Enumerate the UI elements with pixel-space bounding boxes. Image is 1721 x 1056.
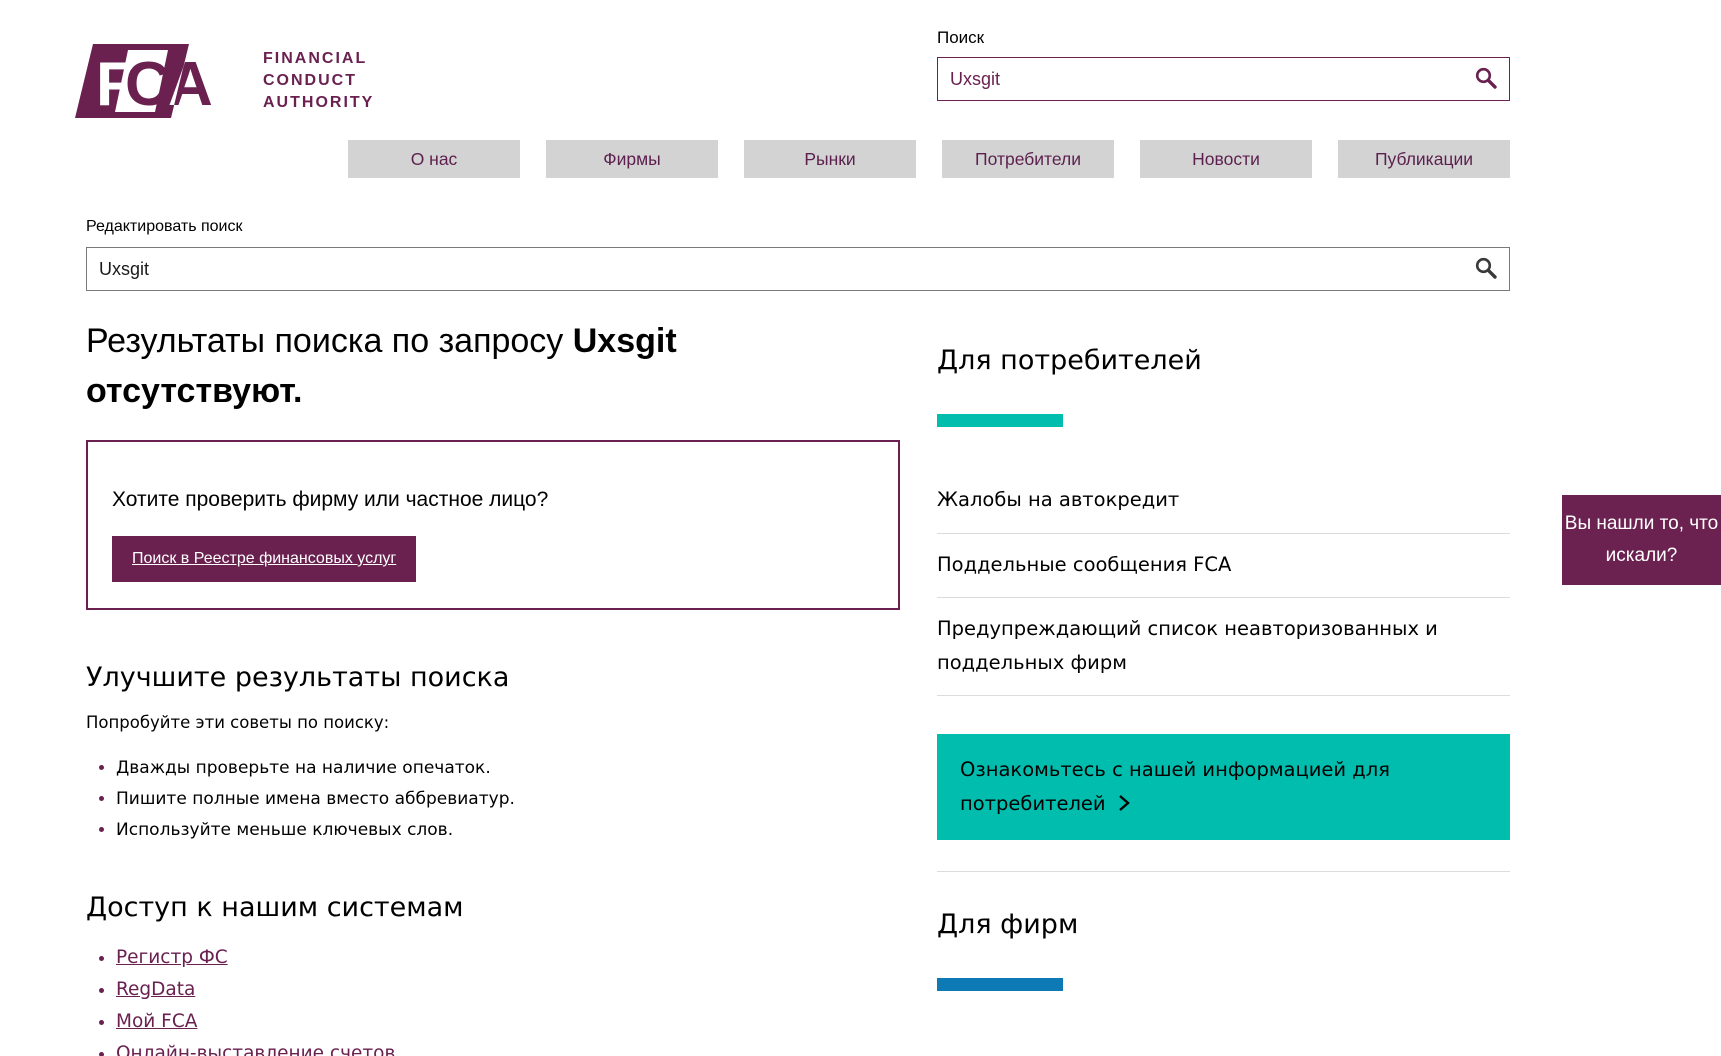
consumer-info-cta[interactable]: Ознакомьтесь с нашей информацией для пот… <box>937 734 1510 841</box>
fca-search-results-page: F C A A FINANCIAL CONDUCT AUTHORITY Поис… <box>0 0 1721 1056</box>
tips-intro: Попробуйте эти советы по поиску: <box>86 713 390 732</box>
systems-links-list: Регистр ФС RegData Мой FCA Онлайн-выстав… <box>116 947 900 1056</box>
wordmark-line: AUTHORITY <box>263 94 375 112</box>
results-heading: Результаты поиска по запросу Uxsgit отсу… <box>86 316 786 416</box>
check-firm-callout: Хотите проверить фирму или частное лицо?… <box>86 440 900 610</box>
fca-logo[interactable]: F C A A FINANCIAL CONDUCT AUTHORITY <box>75 44 374 118</box>
fs-register-search-button[interactable]: Поиск в Реестре финансовых услуг <box>112 536 417 582</box>
chevron-right-icon <box>1118 795 1130 812</box>
check-firm-question: Хотите проверить фирму или частное лицо? <box>112 488 549 511</box>
edit-search: Редактировать поиск <box>86 218 1510 291</box>
consumers-heading: Для потребителей <box>937 345 1202 376</box>
nav-item-news[interactable]: Новости <box>1140 140 1312 178</box>
search-tip: Пишите полные имена вместо аббревиатур. <box>116 789 900 809</box>
header-search-box <box>937 57 1510 101</box>
edit-search-submit-button[interactable] <box>1473 256 1499 282</box>
header-search-input[interactable] <box>938 58 1509 100</box>
fca-wordmark: FINANCIAL CONDUCT AUTHORITY <box>263 48 374 114</box>
svg-text:C: C <box>125 50 170 118</box>
systems-link-my-fca[interactable]: Мой FCA <box>116 1011 197 1032</box>
improve-results-heading: Улучшите результаты поиска <box>86 662 510 693</box>
list-item: Регистр ФС <box>116 947 900 968</box>
list-item: Мой FCA <box>116 1011 900 1032</box>
header-search-submit-button[interactable] <box>1473 66 1499 92</box>
search-icon <box>1475 67 1497 89</box>
feedback-button[interactable]: Вы нашли то, что искали? <box>1562 495 1721 585</box>
nav-item-firms[interactable]: Фирмы <box>546 140 718 178</box>
consumer-link-car-finance[interactable]: Жалобы на автокредит <box>937 469 1510 534</box>
sidebar: Для потребителей Жалобы на автокредит По… <box>937 345 1510 992</box>
fca-logo-icon: F C A A <box>75 44 213 118</box>
nav-item-publications[interactable]: Публикации <box>1338 140 1510 178</box>
wordmark-line: CONDUCT <box>263 71 357 89</box>
search-tip: Дважды проверьте на наличие опечаток. <box>116 758 900 778</box>
header-search: Поиск <box>937 28 1510 101</box>
results-main: Результаты поиска по запросу Uxsgit отсу… <box>86 316 900 1056</box>
results-heading-normal: Результаты поиска по запросу <box>86 322 573 360</box>
edit-search-label: Редактировать поиск <box>86 218 243 235</box>
systems-link-regdata[interactable]: RegData <box>116 979 195 1000</box>
header-search-label: Поиск <box>937 28 985 47</box>
edit-search-input[interactable] <box>87 248 1509 290</box>
consumer-info-cta-label: Ознакомьтесь с нашей информацией для пот… <box>960 758 1390 816</box>
main-nav: О нас Фирмы Рынки Потребители Новости Пу… <box>337 140 1510 178</box>
teal-accent-bar <box>937 414 1063 427</box>
list-item: Онлайн-выставление счетов <box>116 1043 900 1056</box>
nav-item-about[interactable]: О нас <box>348 140 520 178</box>
search-tips-list: Дважды проверьте на наличие опечаток. Пи… <box>116 758 900 840</box>
edit-search-box <box>86 247 1510 291</box>
nav-item-consumers[interactable]: Потребители <box>942 140 1114 178</box>
systems-link-fs-register[interactable]: Регистр ФС <box>116 947 228 968</box>
consumer-links: Жалобы на автокредит Поддельные сообщени… <box>937 469 1510 697</box>
consumer-link-fake-fca[interactable]: Поддельные сообщения FCA <box>937 534 1510 599</box>
systems-heading: Доступ к нашим системам <box>86 892 464 923</box>
nav-item-markets[interactable]: Рынки <box>744 140 916 178</box>
search-icon <box>1475 257 1497 279</box>
consumer-link-warning-list[interactable]: Предупреждающий список неавторизованных … <box>937 598 1510 697</box>
wordmark-line: FINANCIAL <box>263 49 368 67</box>
systems-link-online-invoicing[interactable]: Онлайн-выставление счетов <box>116 1043 395 1056</box>
search-tip: Используйте меньше ключевых слов. <box>116 820 900 840</box>
divider <box>937 871 1510 873</box>
blue-accent-bar <box>937 978 1063 992</box>
firms-heading: Для фирм <box>937 909 1079 941</box>
list-item: RegData <box>116 979 900 1000</box>
